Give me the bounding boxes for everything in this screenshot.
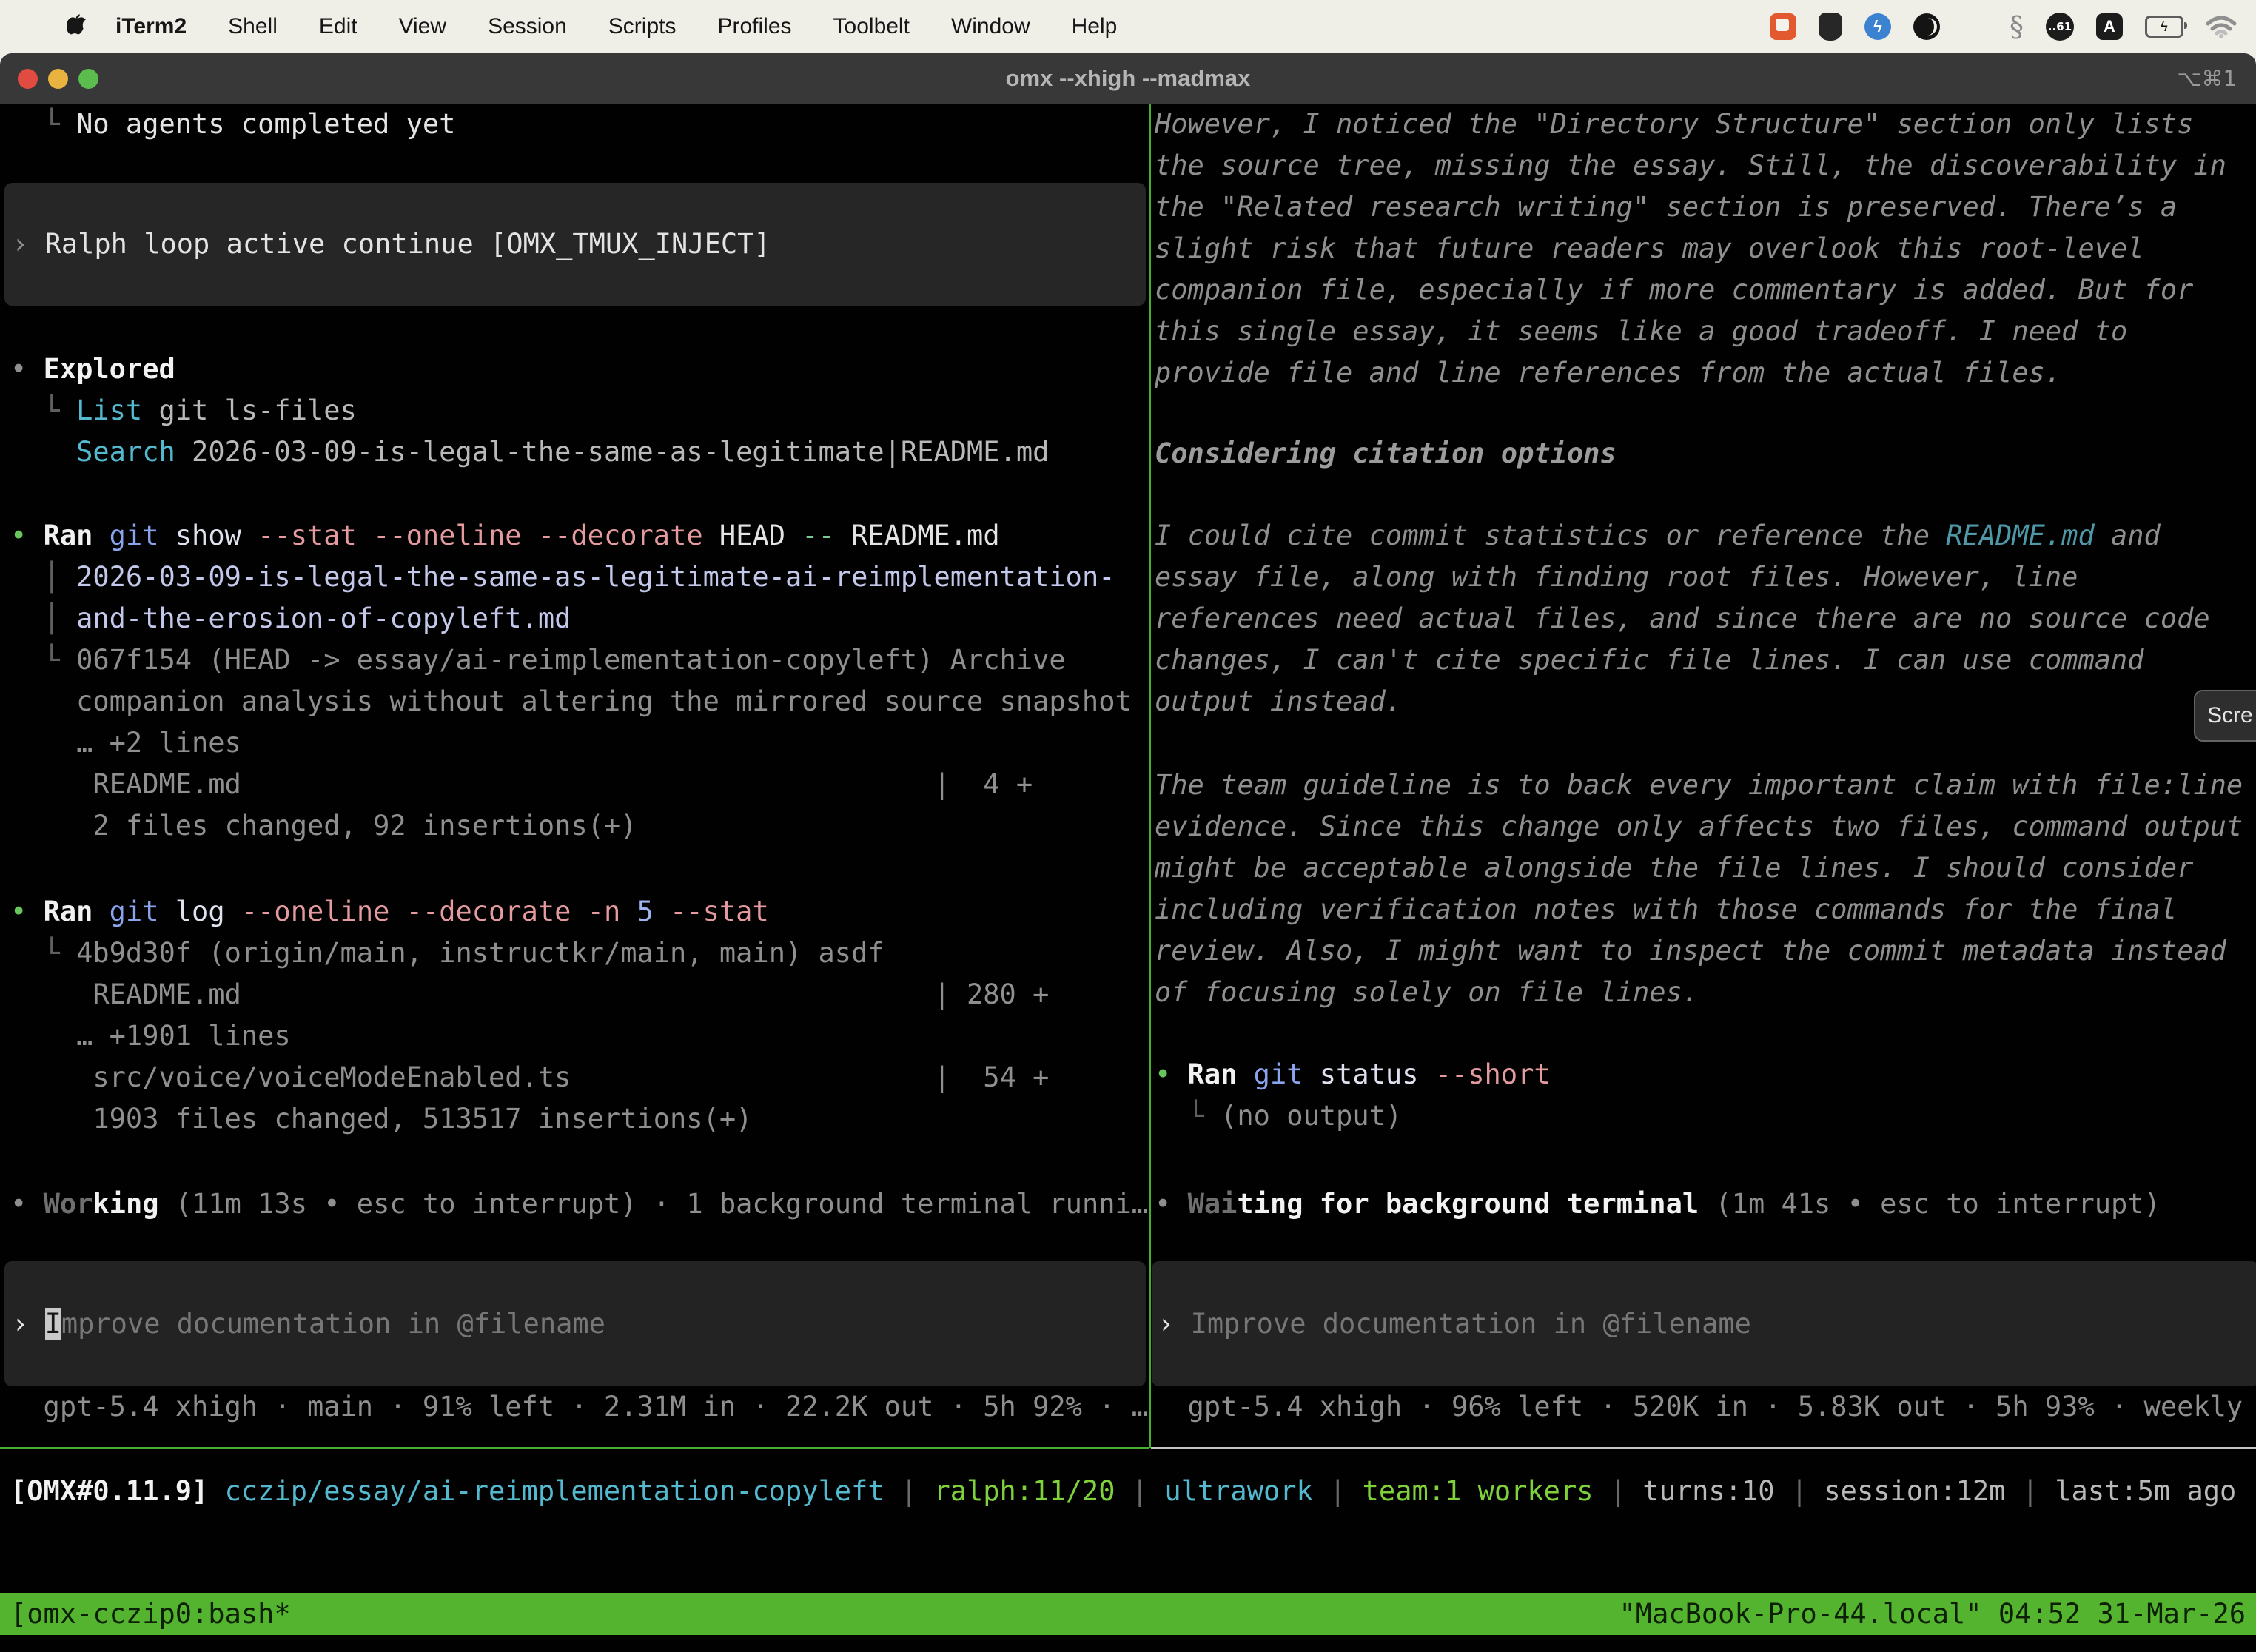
pane-bottom-border-right [1151,1447,2256,1449]
terminal-content: └ No agents completed yet › Ralph loop a… [0,104,2256,1652]
menu-edit[interactable]: Edit [298,14,378,39]
dots-grid-icon[interactable] [1962,14,1987,39]
thinking-paragraph-1: However, I noticed the "Directory Struct… [1155,104,2226,394]
menu-session[interactable]: Session [467,14,588,39]
window-title: omx --xhigh --madmax [0,65,2256,92]
thinking-heading: Considering citation options [1155,433,1617,474]
menu-bar: iTerm2 Shell Edit View Session Scripts P… [0,0,2256,53]
menu-profiles[interactable]: Profiles [696,14,812,39]
prompt-input-left[interactable]: › Improve documentation in @filename [4,1261,1146,1386]
squiggle-icon[interactable]: § [2010,10,2024,43]
a-badge-icon[interactable]: A [2096,13,2123,40]
git-show-block: • Ran git show --stat --oneline --decora… [10,515,1132,847]
pane-divider[interactable] [1149,104,1151,1448]
window-shortcut-badge: ⌥⌘1 [2177,66,2237,91]
blue-badge-icon[interactable]: ϟ [1864,13,1891,40]
pane-bottom-border-left [0,1447,1149,1449]
tmux-status-bar: [omx-cczip0:bash* "MacBook-Pro-44.local"… [0,1593,2256,1635]
timer-61-icon[interactable]: ..61 [2046,13,2074,41]
window-title-bar: omx --xhigh --madmax ⌥⌘1 [0,53,2256,104]
prompt-input-right[interactable]: › Improve documentation in @filename [1152,1261,2256,1386]
tmux-session-tab[interactable]: [omx-cczip0:bash* [0,1594,291,1635]
waiting-status-line: • Waiting for background terminal (1m 41… [1155,1183,2161,1225]
agents-status-line: └ No agents completed yet [10,104,455,145]
screen-overlay-button[interactable]: Scre [2194,690,2256,742]
omx-status-bar: [OMX#0.11.9] cczip/essay/ai-reimplementa… [10,1471,2236,1512]
thinking-paragraph-3: The team guideline is to back every impo… [1155,765,2243,1013]
git-log-block: • Ran git log --oneline --decorate -n 5 … [10,891,1049,1140]
wifi-icon[interactable] [2206,15,2237,38]
model-status-right: gpt-5.4 xhigh · 96% left · 520K in · 5.8… [1155,1386,2256,1428]
keypad-shield-icon[interactable] [1819,13,1842,41]
working-status-line: • Working (11m 13s • esc to interrupt) ·… [10,1183,1148,1225]
explored-block: • Explored └ List git ls-files Search 20… [10,349,1049,473]
tmux-host-clock: "MacBook-Pro-44.local" 04:52 31-Mar-26 [1619,1594,2256,1635]
dark-mode-moon-icon[interactable] [1913,13,1940,40]
menu-view[interactable]: View [378,14,467,39]
menu-items: iTerm2 Shell Edit View Session Scripts P… [0,13,1138,41]
status-icons: ϟ § ..61 A ϟ [1770,10,2256,43]
menu-iterm2[interactable]: iTerm2 [90,14,207,39]
git-status-block: • Ran git status --short └ (no output) [1155,1054,1551,1137]
ralph-loop-banner: › Ralph loop active continue [OMX_TMUX_I… [4,183,1146,306]
menu-help[interactable]: Help [1051,14,1138,39]
battery-charging-icon[interactable]: ϟ [2145,16,2183,38]
apple-menu[interactable] [41,13,90,41]
menu-scripts[interactable]: Scripts [588,14,697,39]
model-status-left: gpt-5.4 xhigh · main · 91% left · 2.31M … [10,1386,1148,1428]
menu-toolbelt[interactable]: Toolbelt [813,14,930,39]
screen-record-icon[interactable] [1770,13,1796,40]
thinking-paragraph-2: I could cite commit statistics or refere… [1155,515,2210,722]
menu-window[interactable]: Window [930,14,1051,39]
menu-shell[interactable]: Shell [207,14,298,39]
apple-logo [67,13,86,35]
